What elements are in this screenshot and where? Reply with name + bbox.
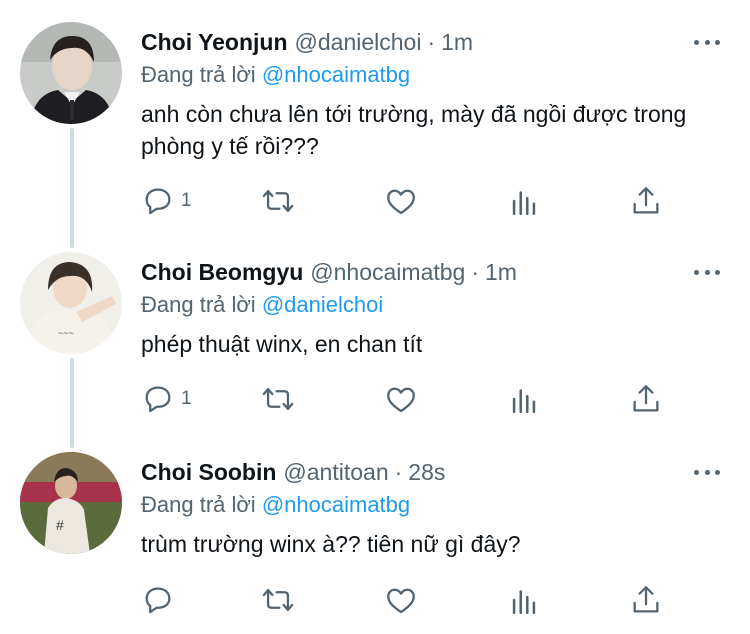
timestamp[interactable]: 1m (485, 259, 517, 286)
analytics-button[interactable] (507, 382, 541, 416)
retweet-button[interactable] (261, 583, 295, 617)
share-icon (633, 586, 659, 613)
retweet-icon (262, 387, 294, 411)
reply-count: 1 (181, 190, 192, 211)
separator-dot: · (427, 28, 436, 55)
replying-to: Đang trả lời @danielchoi (141, 292, 383, 318)
action-bar: 1 (141, 382, 681, 416)
user-handle[interactable]: @antitoan (283, 459, 388, 486)
replying-to-label: Đang trả lời (141, 292, 256, 317)
tweet-text: phép thuật winx, en chan tít (141, 331, 423, 357)
tweet-text: trùm trường winx à?? tiên nữ gì đây? (141, 531, 521, 557)
replying-to-label: Đang trả lời (141, 492, 256, 517)
tweet[interactable]: Choi Yeonjun @danielchoi · 1m Đang trả l… (0, 22, 750, 222)
display-name[interactable]: Choi Soobin (141, 459, 276, 486)
share-button[interactable] (629, 184, 663, 218)
action-bar (141, 583, 681, 617)
analytics-icon (512, 389, 536, 414)
retweet-icon (262, 189, 294, 213)
tweet-header: Choi Yeonjun @danielchoi · 1m (141, 26, 473, 58)
more-options-icon[interactable] (694, 30, 720, 54)
avatar[interactable]: ~~~ (20, 252, 122, 354)
share-icon (633, 187, 659, 214)
reply-button[interactable] (141, 583, 181, 617)
replying-to-label: Đang trả lời (141, 62, 256, 87)
reply-button[interactable]: 1 (141, 184, 192, 218)
tweet[interactable]: # Choi Soobin @antitoan · 28s Đang trả l… (0, 452, 750, 634)
tweet-header: Choi Beomgyu @nhocaimatbg · 1m (141, 256, 517, 288)
analytics-icon (512, 590, 536, 615)
tweet-header: Choi Soobin @antitoan · 28s (141, 456, 445, 488)
user-handle[interactable]: @danielchoi (295, 29, 422, 56)
mention-link[interactable]: @nhocaimatbg (262, 62, 410, 87)
share-icon (633, 385, 659, 412)
retweet-button[interactable] (261, 184, 295, 218)
analytics-button[interactable] (507, 583, 541, 617)
timestamp[interactable]: 28s (408, 459, 445, 486)
like-icon (387, 189, 415, 215)
timestamp[interactable]: 1m (441, 29, 473, 56)
like-button[interactable] (384, 184, 418, 218)
like-icon (387, 588, 415, 614)
like-icon (387, 387, 415, 413)
mention-link[interactable]: @danielchoi (262, 292, 383, 317)
tweet-text: anh còn chưa lên tới trường, mày đã ngồi… (141, 101, 687, 159)
more-options-icon[interactable] (694, 460, 720, 484)
svg-text:#: # (56, 517, 64, 533)
avatar[interactable] (20, 22, 122, 124)
retweet-icon (262, 588, 294, 612)
user-handle[interactable]: @nhocaimatbg (310, 259, 465, 286)
reply-button[interactable]: 1 (141, 382, 192, 416)
replying-to: Đang trả lời @nhocaimatbg (141, 492, 410, 518)
like-button[interactable] (384, 583, 418, 617)
tweet[interactable]: ~~~ Choi Beomgyu @nhocaimatbg · 1m Đang … (0, 252, 750, 452)
share-button[interactable] (629, 583, 663, 617)
reply-icon (145, 587, 171, 614)
reply-icon (145, 386, 171, 413)
reply-count: 1 (181, 388, 192, 409)
reply-icon (145, 188, 171, 215)
more-options-icon[interactable] (694, 260, 720, 284)
analytics-icon (512, 191, 536, 216)
mention-link[interactable]: @nhocaimatbg (262, 492, 410, 517)
separator-dot: · (471, 258, 480, 285)
share-button[interactable] (629, 382, 663, 416)
analytics-button[interactable] (507, 184, 541, 218)
avatar[interactable]: # (20, 452, 122, 554)
svg-text:~~~: ~~~ (58, 328, 74, 338)
like-button[interactable] (384, 382, 418, 416)
retweet-button[interactable] (261, 382, 295, 416)
separator-dot: · (394, 458, 403, 485)
action-bar: 1 (141, 184, 681, 218)
replying-to: Đang trả lời @nhocaimatbg (141, 62, 410, 88)
display-name[interactable]: Choi Beomgyu (141, 259, 303, 286)
display-name[interactable]: Choi Yeonjun (141, 29, 288, 56)
